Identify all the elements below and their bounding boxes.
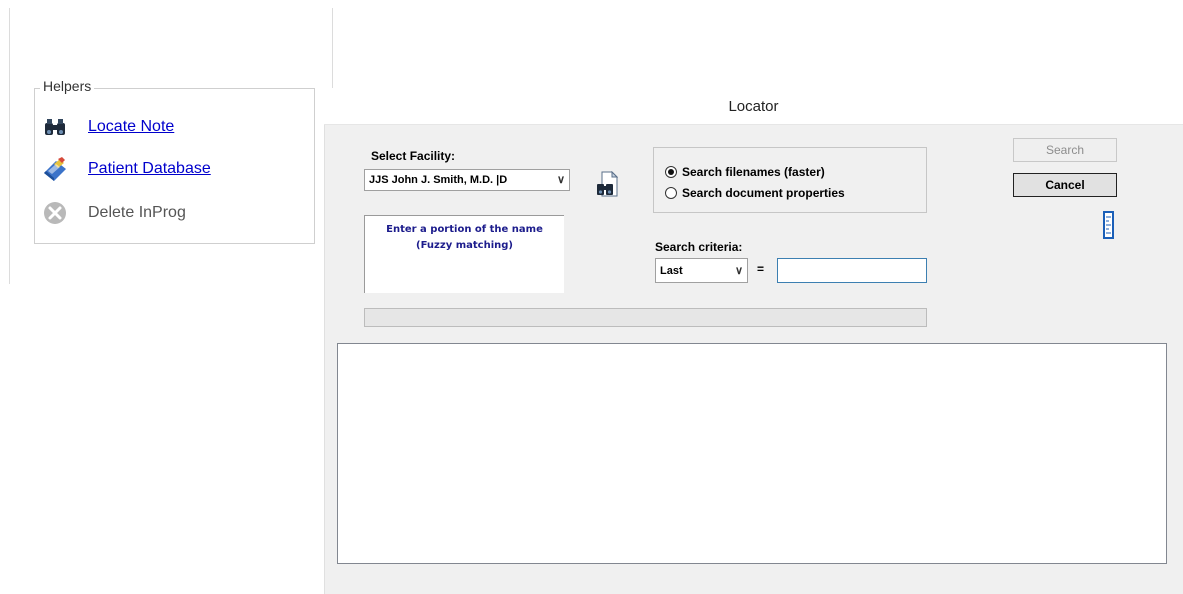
delete-circle-icon <box>42 200 68 226</box>
hint-line-2: (Fuzzy matching) <box>416 240 513 251</box>
locate-note-link[interactable]: Locate Note <box>88 118 174 136</box>
cancel-button[interactable]: Cancel <box>1013 173 1117 197</box>
criteria-field-value: Last <box>660 264 683 277</box>
database-book-icon <box>42 156 68 182</box>
binoculars-icon <box>42 114 68 140</box>
hint-box: Enter a portion of the name (Fuzzy match… <box>364 215 564 293</box>
results-list[interactable] <box>337 343 1167 564</box>
search-criteria-label: Search criteria: <box>655 240 743 254</box>
select-facility-label: Select Facility: <box>371 149 456 163</box>
facility-select-value: JJS John J. Smith, M.D. |D <box>369 174 508 186</box>
radio-search-properties[interactable]: Search document properties <box>665 186 845 200</box>
equals-sign: = <box>757 262 765 276</box>
search-mode-group <box>653 147 927 213</box>
radio-search-filenames[interactable]: Search filenames (faster) <box>665 165 825 179</box>
chevron-down-icon: ∨ <box>556 174 565 186</box>
radio-search-properties-label: Search document properties <box>682 186 845 200</box>
helper-patient-database[interactable]: Patient Database <box>42 156 211 182</box>
hint-line-1: Enter a portion of the name <box>386 224 543 235</box>
locate-file-icon[interactable] <box>596 170 619 202</box>
radio-button-unchecked[interactable] <box>665 187 677 199</box>
radio-search-filenames-label: Search filenames (faster) <box>682 165 825 179</box>
facility-select[interactable]: JJS John J. Smith, M.D. |D ∨ <box>364 169 570 191</box>
helpers-legend: Helpers <box>40 78 95 94</box>
left-divider <box>9 8 10 284</box>
helper-locate-note[interactable]: Locate Note <box>42 114 174 140</box>
chevron-down-icon: ∨ <box>734 265 743 277</box>
ruler-icon[interactable] <box>1103 211 1114 239</box>
radio-button-checked[interactable] <box>665 166 677 178</box>
progress-bar <box>364 308 927 327</box>
search-criteria-input[interactable] <box>777 258 927 283</box>
patient-database-link[interactable]: Patient Database <box>88 160 211 178</box>
search-button[interactable]: Search <box>1013 138 1117 162</box>
helper-delete-inprog[interactable]: Delete InProg <box>42 200 186 226</box>
delete-inprog-label: Delete InProg <box>88 204 186 221</box>
criteria-field-select[interactable]: Last ∨ <box>655 258 748 283</box>
dialog-title: Locator <box>324 88 1183 125</box>
